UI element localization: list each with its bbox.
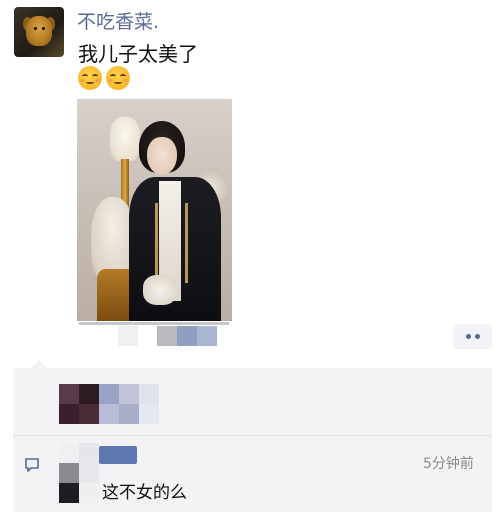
mosaic-blur xyxy=(99,446,137,464)
jacket-braid xyxy=(185,203,188,283)
mosaic-blur xyxy=(59,384,159,424)
comment-bubble-icon xyxy=(25,458,39,472)
person-face xyxy=(147,137,177,175)
relieved-emoji-icon xyxy=(106,66,130,90)
post-text: 我儿子太美了 xyxy=(78,42,198,66)
more-button[interactable] xyxy=(453,324,492,349)
post-username[interactable]: 不吃香菜. xyxy=(77,7,159,34)
post-photo[interactable] xyxy=(77,99,232,321)
comment-timestamp: 5分钟前 xyxy=(423,456,474,472)
mosaic-blur xyxy=(157,326,217,346)
avatar-dog-eye xyxy=(34,27,37,30)
mosaic-blur xyxy=(118,326,138,346)
relieved-emoji-icon xyxy=(78,66,102,90)
more-dots-icon xyxy=(474,334,480,339)
avatar[interactable] xyxy=(14,7,64,57)
avatar-dog-eye xyxy=(42,27,45,30)
shirt-cuff xyxy=(143,275,177,305)
post-emojis xyxy=(78,66,130,90)
more-dots-icon xyxy=(465,334,471,339)
jacket-braid xyxy=(155,203,158,283)
avatar-dog-image xyxy=(26,16,52,46)
mosaic-blur xyxy=(59,443,99,503)
lamp-shade xyxy=(110,117,140,161)
comment-divider xyxy=(13,435,492,436)
photo-shadow xyxy=(79,322,229,325)
comment-text: 这不女的么 xyxy=(102,483,187,503)
